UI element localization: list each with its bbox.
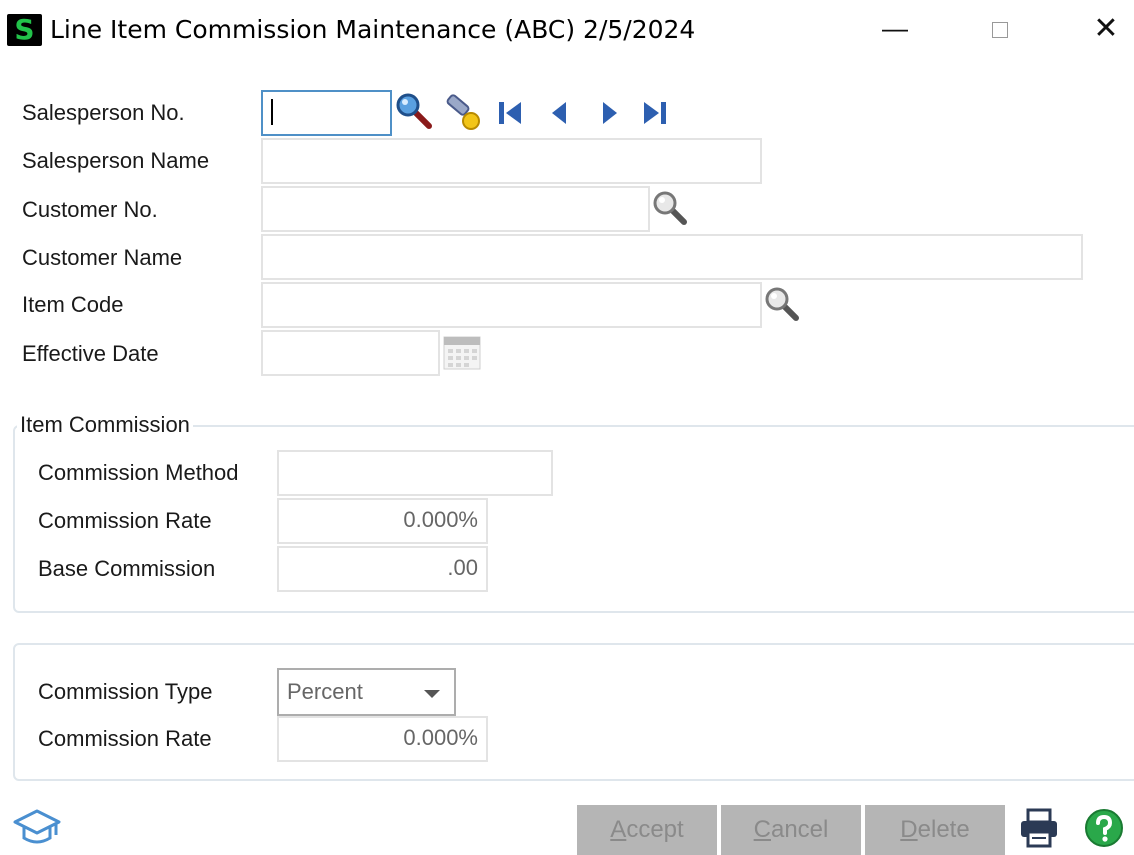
base-commission-label: Base Commission <box>38 556 216 581</box>
printer-icon[interactable] <box>1018 808 1060 848</box>
customer-no-input[interactable] <box>261 186 650 232</box>
commission-group <box>13 643 1134 781</box>
calendar-icon[interactable] <box>443 336 481 370</box>
cancel-hotkey: C <box>753 816 771 843</box>
last-record-icon[interactable] <box>640 100 668 126</box>
commission-rate-input[interactable]: 0.000% <box>277 716 488 762</box>
commission-type-select[interactable]: Percent <box>277 668 456 716</box>
title-bar: S Line Item Commission Maintenance (ABC)… <box>0 0 1134 60</box>
item-code-label: Item Code <box>22 292 124 317</box>
effective-date-label: Effective Date <box>22 341 159 366</box>
maximize-icon <box>992 22 1008 38</box>
cancel-label: ancel <box>770 816 829 843</box>
base-commission-field: .00 <box>277 546 488 592</box>
salesperson-no-input[interactable] <box>261 90 392 136</box>
accept-label: ccept <box>626 816 684 843</box>
next-record-icon[interactable] <box>600 100 620 126</box>
accept-button[interactable]: Accept <box>577 805 717 855</box>
commission-rate-label: Commission Rate <box>38 726 212 751</box>
delete-label: elete <box>917 816 970 843</box>
customer-name-label: Customer Name <box>22 245 183 270</box>
text-caret <box>271 98 273 125</box>
close-button[interactable]: ✕ <box>1086 12 1126 48</box>
chevron-down-icon <box>424 690 440 698</box>
item-code-lookup-icon[interactable] <box>764 286 802 324</box>
graduation-cap-icon[interactable] <box>12 808 62 848</box>
item-commission-legend: Item Commission <box>17 411 193 439</box>
salesperson-name-label: Salesperson Name <box>22 148 210 173</box>
maximize-button[interactable] <box>980 12 1020 48</box>
commission-method-field <box>277 450 553 496</box>
item-commission-rate-label: Commission Rate <box>38 508 212 533</box>
help-icon[interactable] <box>1084 808 1124 848</box>
item-commission-rate-field: 0.000% <box>277 498 488 544</box>
salesperson-lookup-icon[interactable] <box>395 92 435 132</box>
app-logo: S <box>7 14 42 46</box>
first-record-icon[interactable] <box>497 100 525 126</box>
delete-button[interactable]: Delete <box>865 805 1005 855</box>
item-code-input[interactable] <box>261 282 762 328</box>
salesperson-no-label: Salesperson No. <box>22 100 185 125</box>
customer-no-label: Customer No. <box>22 197 158 222</box>
commission-type-label: Commission Type <box>38 679 213 704</box>
salesperson-name-input[interactable] <box>261 138 762 184</box>
commission-type-value: Percent <box>287 679 363 704</box>
cancel-button[interactable]: Cancel <box>721 805 861 855</box>
customer-name-input[interactable] <box>261 234 1083 280</box>
flashlight-lookup-icon[interactable] <box>443 94 483 132</box>
minimize-button[interactable]: — <box>875 12 915 48</box>
customer-lookup-icon[interactable] <box>652 190 690 228</box>
previous-record-icon[interactable] <box>549 100 569 126</box>
commission-method-label: Commission Method <box>38 460 239 485</box>
window-title: Line Item Commission Maintenance (ABC) 2… <box>50 15 696 44</box>
accept-hotkey: A <box>610 816 627 843</box>
effective-date-input[interactable] <box>261 330 440 376</box>
delete-hotkey: D <box>900 816 918 843</box>
